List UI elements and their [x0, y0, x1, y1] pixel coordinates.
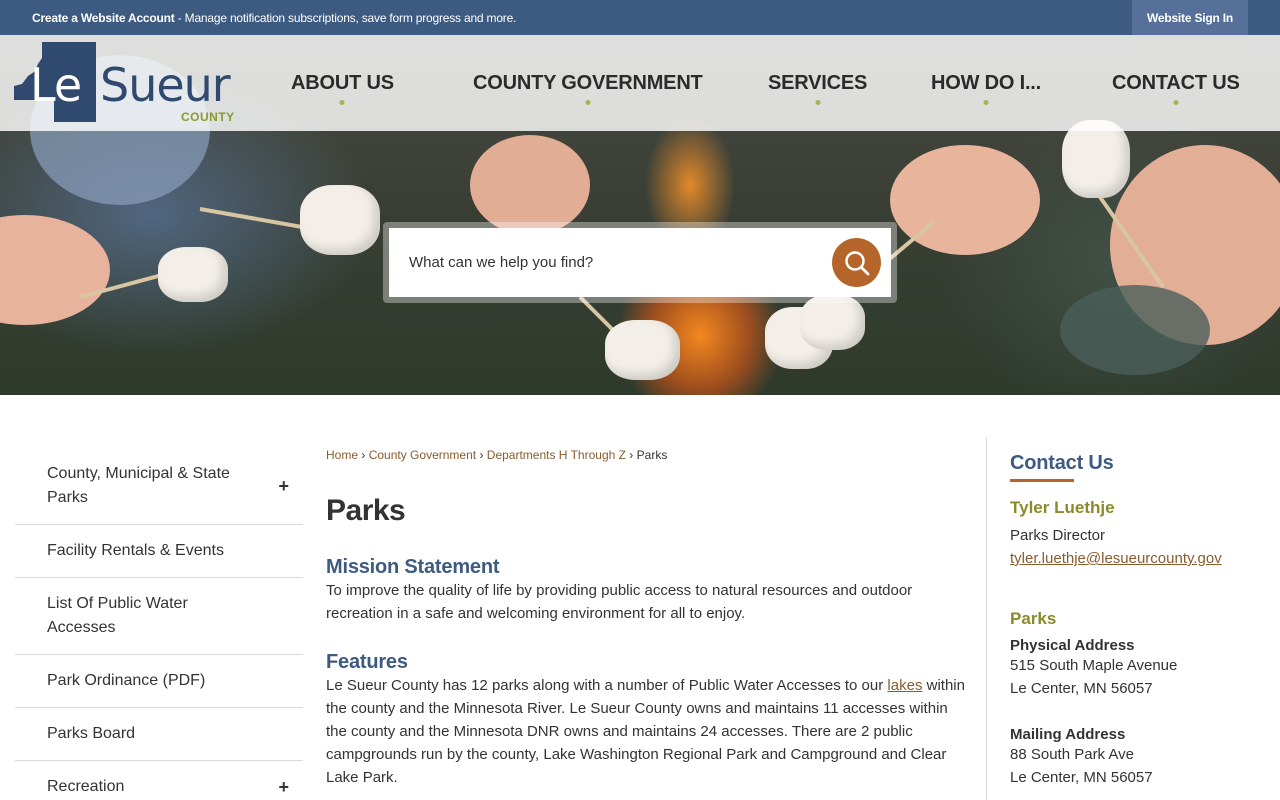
- contact-heading-underline: [1010, 479, 1074, 482]
- breadcrumb-separator: ›: [479, 448, 484, 462]
- search-button[interactable]: [832, 238, 881, 287]
- search-icon: [844, 250, 869, 275]
- department-name: Parks: [1010, 609, 1057, 628]
- nav-county-government-label: COUNTY GOVERNMENT: [473, 72, 703, 94]
- nav-contact-us-label: CONTACT US: [1112, 72, 1240, 94]
- sidebar-item-county-municipal-state-parks[interactable]: County, Municipal & State Parks +: [15, 448, 303, 525]
- physical-address-label: Physical Address: [1010, 637, 1135, 654]
- logo-le-text: Le: [30, 58, 82, 112]
- nav-services[interactable]: SERVICES: [768, 72, 868, 105]
- contact-heading: Contact Us: [1010, 452, 1114, 474]
- create-account-description: - Manage notification subscriptions, sav…: [174, 11, 517, 25]
- nav-about-us[interactable]: ABOUT US: [291, 72, 394, 105]
- nav-county-government[interactable]: COUNTY GOVERNMENT: [473, 72, 703, 105]
- search-input[interactable]: What can we help you find?: [389, 228, 891, 297]
- breadcrumb-departments[interactable]: Departments H Through Z: [487, 448, 626, 462]
- create-account-link[interactable]: Create a Website Account - Manage notifi…: [32, 11, 516, 25]
- sidebar-item-label: County, Municipal & State Parks: [47, 465, 230, 506]
- nav-how-do-i[interactable]: HOW DO I...: [931, 72, 1042, 105]
- nav-dot-icon: [339, 100, 345, 105]
- logo-county-text: COUNTY: [181, 110, 235, 124]
- nav-dot-icon: [1173, 100, 1179, 105]
- sidebar-item-recreation[interactable]: Recreation +: [15, 761, 303, 800]
- search-placeholder: What can we help you find?: [409, 254, 594, 271]
- contact-panel: Contact Us Tyler Luethje Parks Director …: [1010, 452, 1260, 789]
- mailing-address-line1: 88 South Park Ave: [1010, 746, 1134, 763]
- breadcrumb: Home › County Government › Departments H…: [326, 448, 966, 462]
- breadcrumb-separator: ›: [629, 448, 634, 462]
- features-heading: Features: [326, 651, 408, 673]
- contact-role: Parks Director: [1010, 527, 1106, 544]
- nav-dot-icon: [815, 100, 821, 105]
- mailing-address-line2: Le Center, MN 56057: [1010, 769, 1153, 786]
- main-content: Home › County Government › Departments H…: [326, 448, 966, 789]
- contact-name: Tyler Luethje: [1010, 498, 1115, 517]
- logo-sueur-text: Sueur: [100, 58, 231, 112]
- sidebar-item-label: Recreation: [47, 778, 125, 795]
- expand-plus-icon[interactable]: +: [278, 775, 289, 799]
- physical-address-line2: Le Center, MN 56057: [1010, 680, 1153, 697]
- breadcrumb-home[interactable]: Home: [326, 448, 358, 462]
- sidebar-item-label: Park Ordinance (PDF): [47, 672, 206, 689]
- sidebar-nav: County, Municipal & State Parks + Facili…: [15, 448, 303, 800]
- nav-about-us-label: ABOUT US: [291, 72, 394, 94]
- breadcrumb-county-government[interactable]: County Government: [369, 448, 476, 462]
- column-divider: [986, 437, 987, 800]
- breadcrumb-current: Parks: [636, 448, 668, 462]
- site-logo[interactable]: Le Sueur COUNTY: [14, 42, 244, 126]
- breadcrumb-separator: ›: [361, 448, 366, 462]
- sidebar-item-label: Parks Board: [47, 725, 136, 742]
- sidebar-item-park-ordinance[interactable]: Park Ordinance (PDF): [15, 655, 303, 708]
- features-text-start: Le Sueur County has 12 parks along with …: [326, 677, 888, 694]
- features-text: Le Sueur County has 12 parks along with …: [326, 674, 966, 789]
- nav-contact-us[interactable]: CONTACT US: [1112, 72, 1240, 105]
- top-utility-bar: Create a Website Account - Manage notifi…: [0, 0, 1280, 35]
- nav-dot-icon: [983, 100, 989, 105]
- sidebar-item-facility-rentals[interactable]: Facility Rentals & Events: [15, 525, 303, 578]
- mission-heading: Mission Statement: [326, 556, 500, 578]
- lakes-link[interactable]: lakes: [887, 677, 922, 694]
- page-title: Parks: [326, 494, 406, 527]
- sidebar-item-public-water-accesses[interactable]: List Of Public Water Accesses: [15, 578, 303, 655]
- nav-services-label: SERVICES: [768, 72, 868, 94]
- create-account-label[interactable]: Create a Website Account: [32, 11, 175, 25]
- website-sign-in-button[interactable]: Website Sign In: [1132, 0, 1248, 35]
- contact-email-link[interactable]: tyler.luethje@lesueurcounty.gov: [1010, 550, 1260, 567]
- nav-dot-icon: [585, 100, 591, 105]
- sidebar-item-label: List Of Public Water Accesses: [47, 595, 188, 636]
- nav-how-do-i-label: HOW DO I...: [931, 72, 1042, 94]
- mission-text: To improve the quality of life by provid…: [326, 582, 913, 622]
- physical-address-line1: 515 South Maple Avenue: [1010, 657, 1178, 674]
- expand-plus-icon[interactable]: +: [278, 474, 289, 498]
- mailing-address-label: Mailing Address: [1010, 726, 1126, 743]
- sidebar-item-label: Facility Rentals & Events: [47, 542, 224, 559]
- sidebar-item-parks-board[interactable]: Parks Board: [15, 708, 303, 761]
